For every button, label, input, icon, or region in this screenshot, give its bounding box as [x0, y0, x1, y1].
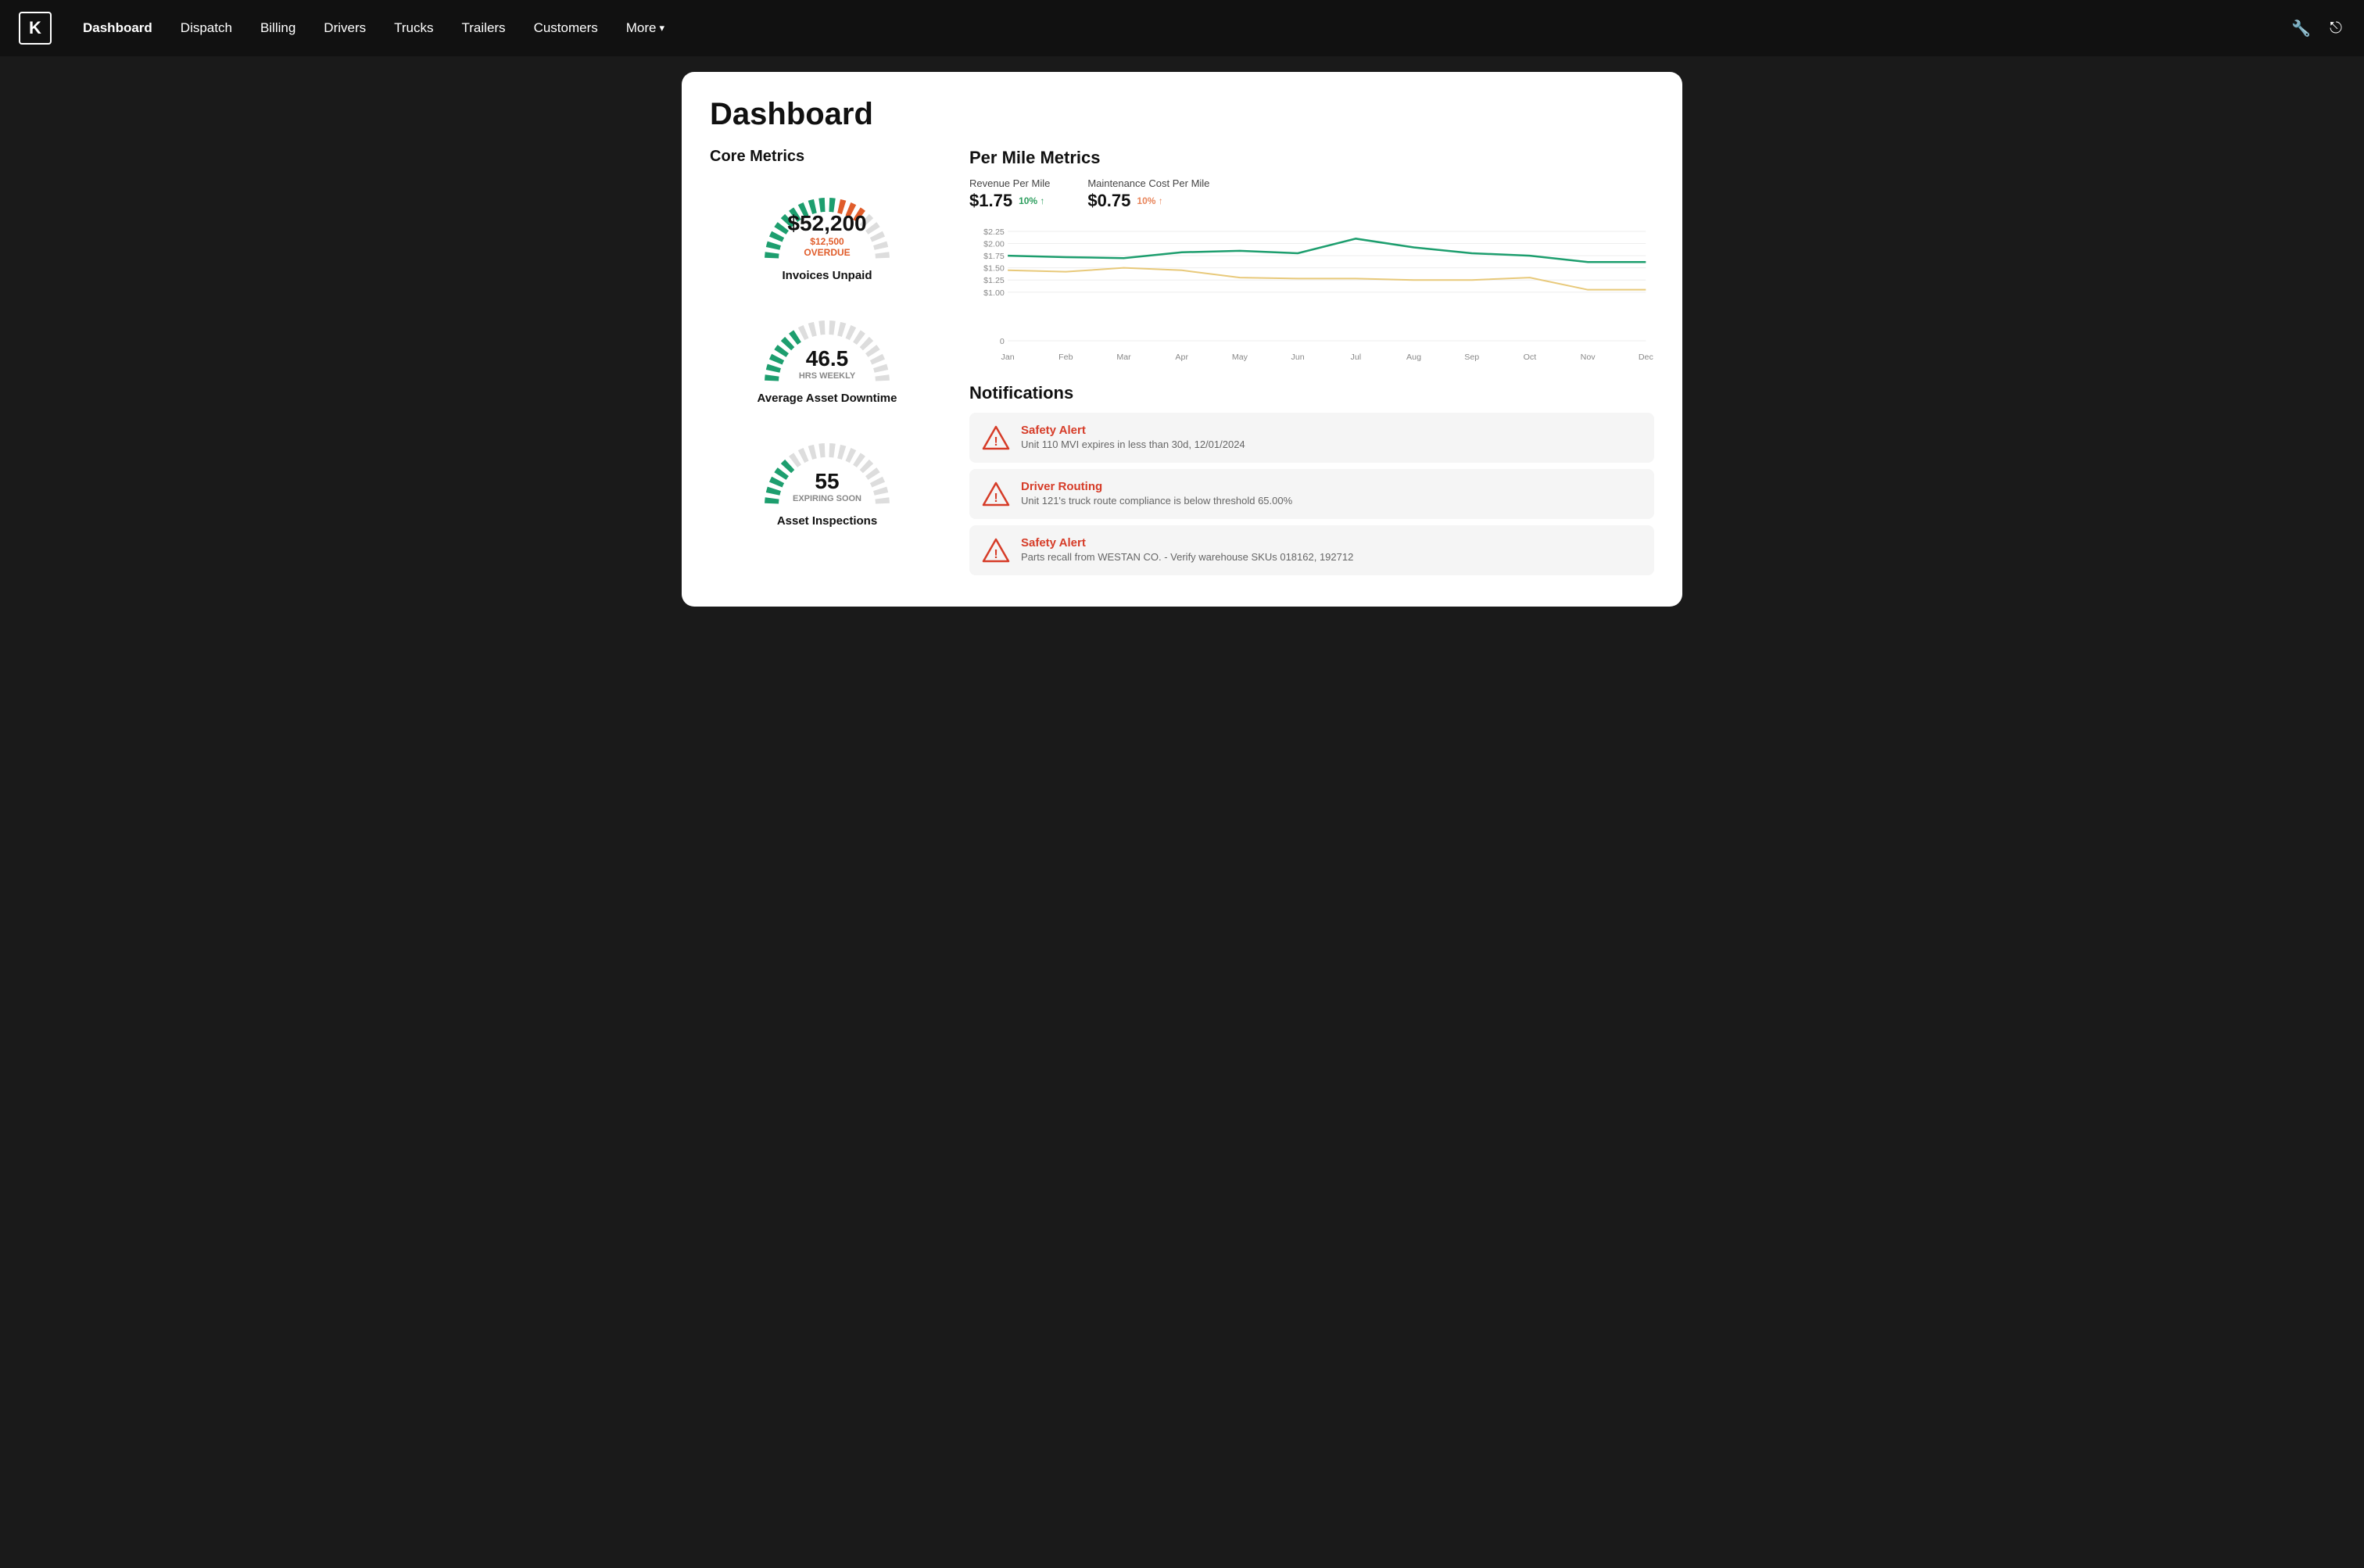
svg-text:!: ! — [994, 492, 998, 505]
nav-logo: K — [19, 12, 52, 45]
per-mile-title: Per Mile Metrics — [969, 148, 1654, 168]
notification-item: ! Driver Routing Unit 121's truck route c… — [969, 469, 1654, 519]
svg-text:Apr: Apr — [1175, 353, 1188, 362]
notification-title: Driver Routing — [1021, 480, 1292, 493]
notification-desc: Parts recall from WESTAN CO. - Verify wa… — [1021, 551, 1353, 563]
svg-text:Aug: Aug — [1406, 353, 1421, 362]
chevron-down-icon: ▾ — [659, 22, 664, 34]
inspections-value: 55 — [793, 469, 861, 494]
revenue-badge: 10% ↑ — [1019, 195, 1044, 206]
svg-text:0: 0 — [1000, 338, 1005, 346]
maintenance-per-mile: Maintenance Cost Per Mile $0.75 10% ↑ — [1087, 177, 1209, 211]
nav-dispatch[interactable]: Dispatch — [168, 14, 245, 42]
warning-icon: ! — [982, 536, 1010, 564]
notification-content: Safety AlertParts recall from WESTAN CO.… — [1021, 536, 1353, 563]
nav-trailers[interactable]: Trailers — [450, 14, 518, 42]
invoices-gauge: $52,200 $12,500 OVERDUE Invoices Unpaid — [710, 178, 944, 282]
revenue-label: Revenue Per Mile — [969, 177, 1050, 189]
svg-text:$1.00: $1.00 — [983, 289, 1005, 298]
svg-text:Nov: Nov — [1581, 353, 1596, 362]
notification-item: ! Safety Alert Unit 110 MVI expires in le… — [969, 413, 1654, 463]
svg-text:$1.75: $1.75 — [983, 252, 1005, 261]
nav-dashboard[interactable]: Dashboard — [70, 14, 165, 42]
svg-text:$1.25: $1.25 — [983, 277, 1005, 285]
page-title: Dashboard — [710, 97, 1654, 132]
inspections-gauge: 55 EXPIRING SOON Asset Inspections — [710, 424, 944, 528]
nav-more[interactable]: More ▾ — [614, 14, 677, 42]
per-mile-row: Revenue Per Mile $1.75 10% ↑ Maintenance… — [969, 177, 1654, 211]
settings-icon[interactable]: 🔧 — [2288, 16, 2314, 41]
svg-text:Mar: Mar — [1116, 353, 1131, 362]
notification-item: ! Safety AlertParts recall from WESTAN C… — [969, 525, 1654, 575]
svg-text:Jul: Jul — [1351, 353, 1362, 362]
notification-title: Safety Alert — [1021, 424, 1245, 437]
nav-links: Dashboard Dispatch Billing Drivers Truck… — [70, 14, 2276, 42]
svg-text:Jan: Jan — [1001, 353, 1015, 362]
chart-svg: 0 $1.00 $1.25 $1.50 $1.75 $2.00 $2.25 Jan Feb Ma… — [969, 224, 1654, 364]
warning-icon: ! — [982, 480, 1010, 508]
svg-text:Oct: Oct — [1524, 353, 1537, 362]
notification-desc: Unit 110 MVI expires in less than 30d, 1… — [1021, 439, 1245, 450]
svg-text:!: ! — [994, 435, 998, 449]
downtime-value: 46.5 — [799, 346, 855, 371]
svg-text:!: ! — [994, 548, 998, 561]
svg-text:Sep: Sep — [1464, 353, 1479, 362]
nav-customers[interactable]: Customers — [521, 14, 611, 42]
maintenance-value-row: $0.75 10% ↑ — [1087, 191, 1209, 211]
navbar: K Dashboard Dispatch Billing Drivers Tru… — [0, 0, 2364, 56]
notifications-list: ! Safety Alert Unit 110 MVI expires in le… — [969, 413, 1654, 575]
notification-title: Safety Alert — [1021, 536, 1353, 550]
nav-billing[interactable]: Billing — [248, 14, 308, 42]
revenue-per-mile: Revenue Per Mile $1.75 10% ↑ — [969, 177, 1050, 211]
maintenance-badge: 10% ↑ — [1137, 195, 1162, 206]
left-column: Core Metrics $52,200 $12,500 OVERDUE Inv… — [710, 148, 944, 582]
warning-icon: ! — [982, 424, 1010, 452]
svg-text:$2.00: $2.00 — [983, 241, 1005, 249]
maintenance-value: $0.75 — [1087, 191, 1130, 211]
dashboard-card: Dashboard Core Metrics $52,200 $12,500 O… — [682, 72, 1682, 607]
svg-text:May: May — [1232, 353, 1248, 362]
svg-text:Dec: Dec — [1639, 353, 1653, 362]
nav-trucks[interactable]: Trucks — [381, 14, 446, 42]
svg-text:Jun: Jun — [1291, 353, 1305, 362]
maintenance-label: Maintenance Cost Per Mile — [1087, 177, 1209, 189]
inspections-sub: EXPIRING SOON — [793, 494, 861, 503]
core-metrics-title: Core Metrics — [710, 148, 944, 166]
downtime-gauge: 46.5 HRS WEEKLY Average Asset Downtime — [710, 301, 944, 405]
downtime-sub: HRS WEEKLY — [799, 371, 855, 381]
revenue-value: $1.75 — [969, 191, 1012, 211]
notification-content: Safety Alert Unit 110 MVI expires in less… — [1021, 424, 1245, 450]
line-chart: 0 $1.00 $1.25 $1.50 $1.75 $2.00 $2.25 Jan Feb Ma… — [969, 224, 1654, 364]
notifications-section: Notifications ! Safety Alert Unit 110 MVI… — [969, 383, 1654, 575]
two-col-layout: Core Metrics $52,200 $12,500 OVERDUE Inv… — [710, 148, 1654, 582]
svg-text:Feb: Feb — [1058, 353, 1073, 362]
right-column: Per Mile Metrics Revenue Per Mile $1.75 … — [969, 148, 1654, 582]
svg-text:$1.50: $1.50 — [983, 265, 1005, 274]
notification-content: Driver Routing Unit 121's truck route com… — [1021, 480, 1292, 507]
revenue-value-row: $1.75 10% ↑ — [969, 191, 1050, 211]
nav-drivers[interactable]: Drivers — [311, 14, 378, 42]
svg-text:$2.25: $2.25 — [983, 228, 1005, 237]
invoices-sub: $12,500 OVERDUE — [787, 236, 866, 258]
notification-desc: Unit 121's truck route compliance is bel… — [1021, 495, 1292, 507]
main-container: Dashboard Core Metrics $52,200 $12,500 O… — [0, 56, 2364, 1568]
nav-actions: 🔧 ⎋ — [2288, 16, 2345, 41]
logout-icon[interactable]: ⎋ — [2326, 16, 2345, 41]
invoices-value: $52,200 — [787, 211, 866, 236]
notifications-title: Notifications — [969, 383, 1654, 403]
